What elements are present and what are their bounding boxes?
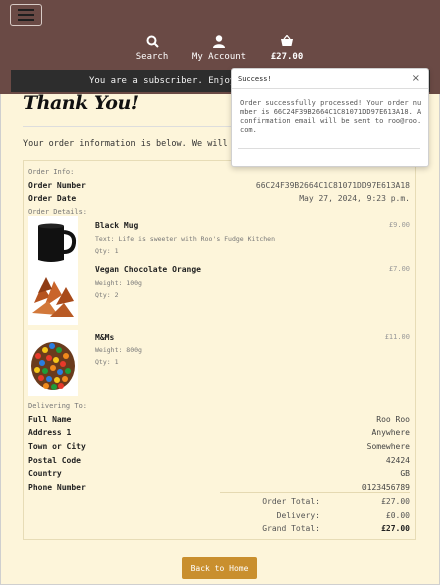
phone-label: Phone Number [28, 483, 86, 492]
delivery-cost-value: £0.00 [385, 511, 410, 520]
delivery-cost-row: Delivery: £0.00 [210, 511, 410, 520]
full-name-value: Roo Roo [376, 415, 410, 424]
item-price: £7.00 [388, 265, 410, 273]
user-icon [190, 34, 248, 48]
delivery-heading: Delivering To: [28, 402, 88, 410]
toast-message: Order successfully processed! Your order… [240, 99, 422, 134]
town-label: Town or City [28, 442, 86, 451]
delivery-row: Full Name Roo Roo [28, 415, 410, 424]
nav-my-account[interactable]: My Account [190, 34, 248, 62]
item-quantity: Qty: 1 [95, 358, 119, 366]
country-label: Country [28, 469, 62, 478]
delivery-row: Phone Number 0123456789 [28, 483, 410, 492]
delivery-row: Postal Code 42424 [28, 456, 410, 465]
item-price: £11.00 [384, 333, 410, 341]
order-total-value: £27.00 [381, 497, 410, 506]
mms-image [28, 330, 78, 396]
grand-total-label: Grand Total: [262, 524, 320, 533]
toast-title: Success! [238, 75, 272, 83]
shopping-basket-icon [266, 34, 308, 48]
burger-line [18, 19, 34, 21]
search-icon [131, 34, 173, 48]
order-info-heading: Order Info: [28, 168, 75, 176]
delivery-cost-label: Delivery: [276, 511, 320, 520]
delivery-row: Country GB [28, 469, 410, 478]
bag-total: £27.00 [270, 52, 304, 62]
address-value: Anywhere [371, 428, 410, 437]
order-details-heading: Order Details: [28, 208, 88, 216]
item-price: £9.00 [388, 221, 410, 229]
country-value: GB [400, 469, 410, 478]
phone-value: 0123456789 [361, 483, 410, 492]
intro-text: Your order information is below. We will… [23, 139, 238, 149]
grand-total-value: £27.00 [381, 524, 410, 533]
item-weight: Weight: 100g [95, 279, 142, 287]
address-label: Address 1 [28, 428, 72, 437]
black-mug-image [28, 216, 78, 266]
item-name: Black Mug [95, 221, 139, 230]
item-customisation: Text: Life is sweeter with Roo's Fudge K… [95, 235, 276, 243]
item-quantity: Qty: 2 [95, 291, 119, 299]
success-toast: Success! × Order successfully processed!… [231, 68, 429, 167]
delivery-row: Town or City Somewhere [28, 442, 410, 451]
order-date-label: Order Date [28, 194, 77, 203]
item-name: Vegan Chocolate Orange [95, 265, 201, 274]
nav-search[interactable]: Search [131, 34, 173, 62]
item-weight: Weight: 800g [95, 346, 142, 354]
order-date-value: May 27, 2024, 9:23 p.m. [299, 194, 410, 203]
toast-divider [238, 148, 420, 149]
back-to-home-button[interactable]: Back to Home [182, 557, 257, 579]
postal-code-label: Postal Code [28, 456, 81, 465]
burger-line [18, 9, 34, 11]
order-number-value: 66C24F39B2664C1C81071DD97E613A18 [255, 181, 410, 190]
chocolate-orange-image [28, 263, 78, 325]
nav-search-label: Search [135, 52, 169, 62]
postal-code-value: 42424 [385, 456, 410, 465]
nav-shopping-bag[interactable]: £27.00 [266, 34, 308, 62]
delivery-row: Address 1 Anywhere [28, 428, 410, 437]
order-total-row: Order Total: £27.00 [210, 497, 410, 506]
item-quantity: Qty: 1 [95, 247, 119, 255]
full-name-label: Full Name [28, 415, 72, 424]
town-value: Somewhere [366, 442, 410, 451]
close-icon[interactable]: × [412, 73, 420, 84]
item-name: M&Ms [95, 333, 115, 342]
nav-account-label: My Account [191, 52, 247, 62]
grand-total-row: Grand Total: £27.00 [210, 524, 410, 533]
totals-divider [220, 492, 410, 493]
order-number-label: Order Number [28, 181, 86, 190]
page-title: Thank You! [23, 92, 139, 114]
burger-line [18, 14, 34, 16]
order-number-row: Order Number 66C24F39B2664C1C81071DD97E6… [28, 181, 410, 190]
order-date-row: Order Date May 27, 2024, 9:23 p.m. [28, 194, 410, 203]
toast-header: Success! × [232, 69, 428, 89]
order-total-label: Order Total: [262, 497, 320, 506]
menu-toggle-button[interactable] [10, 4, 42, 26]
